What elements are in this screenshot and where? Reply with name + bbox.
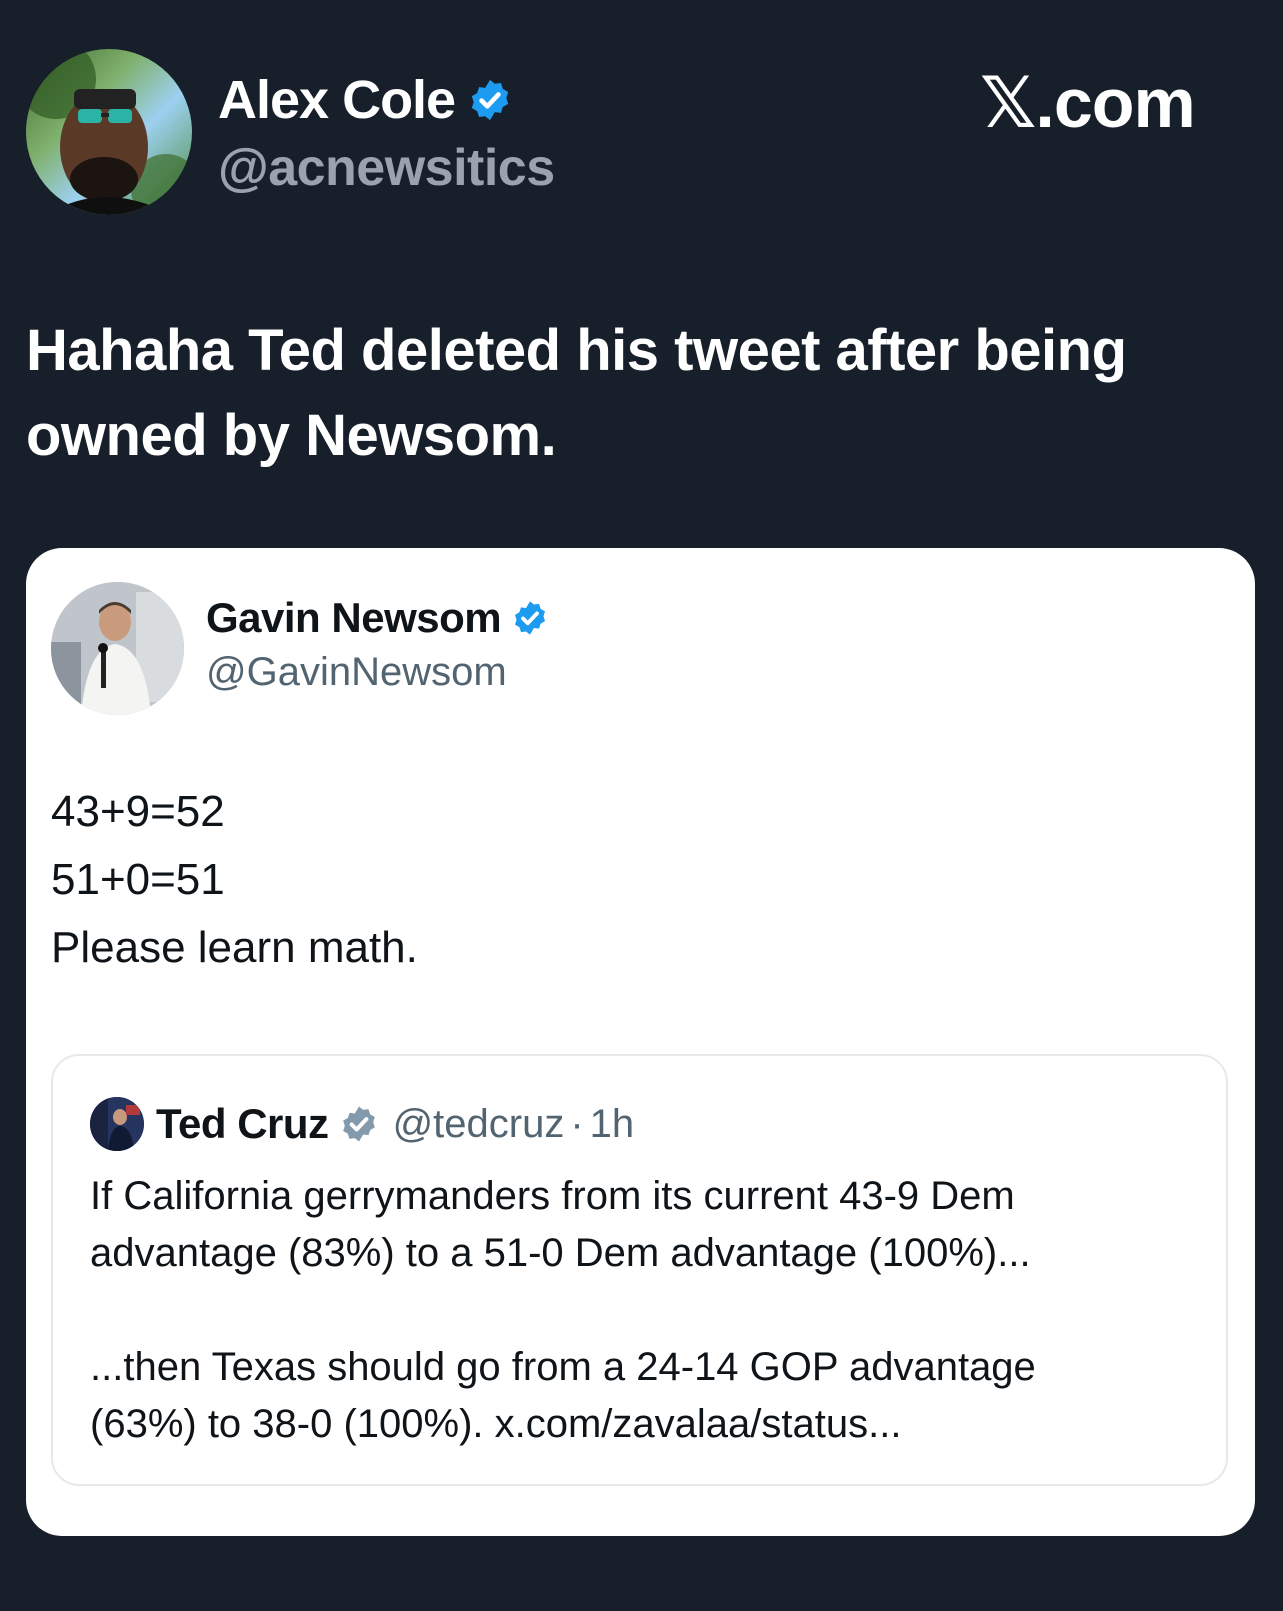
newsom-avatar-image xyxy=(51,582,184,715)
quoted-tweet-text: If California gerrymanders from its curr… xyxy=(90,1168,1200,1453)
newsom-tweet-text: 43+9=52 51+0=51 Please learn math. xyxy=(51,778,418,982)
newsom-tweet-line: 51+0=51 xyxy=(51,855,225,904)
quoted-tweet-header: Ted Cruz @tedcruz · 1h xyxy=(90,1096,634,1152)
author-avatar-image xyxy=(26,49,192,215)
quoted-tweet-line: If California gerrymanders from its curr… xyxy=(90,1174,1015,1218)
post-text: Hahaha Ted deleted his tweet after being… xyxy=(26,318,1127,468)
author-handle[interactable]: @acnewsitics xyxy=(218,138,555,198)
separator-dot: · xyxy=(570,1101,584,1146)
newsom-handle[interactable]: @GavinNewsom xyxy=(206,650,507,695)
quoted-tweet-line: advantage (83%) to a 51-0 Dem advantage … xyxy=(90,1231,1031,1275)
verified-gray-badge-icon xyxy=(339,1104,379,1144)
quoted-tweet[interactable]: Ted Cruz @tedcruz · 1h If California ger… xyxy=(51,1054,1228,1486)
verified-badge-icon xyxy=(467,77,513,123)
cruz-avatar-image xyxy=(90,1097,144,1151)
quoted-tweet-paragraph: If California gerrymanders from its curr… xyxy=(90,1168,1200,1282)
newsom-tweet-line: 43+9=52 xyxy=(51,787,225,836)
quoted-tweet-line: (63%) to 38-0 (100%). x.com/zavalaa/stat… xyxy=(90,1402,902,1446)
quoted-tweet-paragraph: ...then Texas should go from a 24-14 GOP… xyxy=(90,1339,1200,1453)
author-avatar[interactable] xyxy=(26,49,192,215)
cruz-avatar[interactable] xyxy=(90,1097,144,1151)
brand-logo: 𝕏.com xyxy=(980,64,1196,142)
author-name[interactable]: Alex Cole xyxy=(218,69,456,131)
newsom-tweet-line: Please learn math. xyxy=(51,923,418,972)
verified-badge-icon xyxy=(511,599,549,637)
cruz-handle[interactable]: @tedcruz xyxy=(393,1102,565,1147)
embedded-tweet-card[interactable]: Gavin Newsom @GavinNewsom 43+9=52 51+0=5… xyxy=(26,548,1255,1536)
newsom-name-row[interactable]: Gavin Newsom xyxy=(206,592,549,644)
tweet-timestamp[interactable]: 1h xyxy=(590,1102,635,1147)
newsom-avatar[interactable] xyxy=(51,582,184,715)
newsom-name[interactable]: Gavin Newsom xyxy=(206,594,502,642)
author-name-row[interactable]: Alex Cole xyxy=(218,68,513,132)
cruz-name[interactable]: Ted Cruz xyxy=(156,1100,329,1148)
quoted-tweet-line: ...then Texas should go from a 24-14 GOP… xyxy=(90,1345,1036,1389)
